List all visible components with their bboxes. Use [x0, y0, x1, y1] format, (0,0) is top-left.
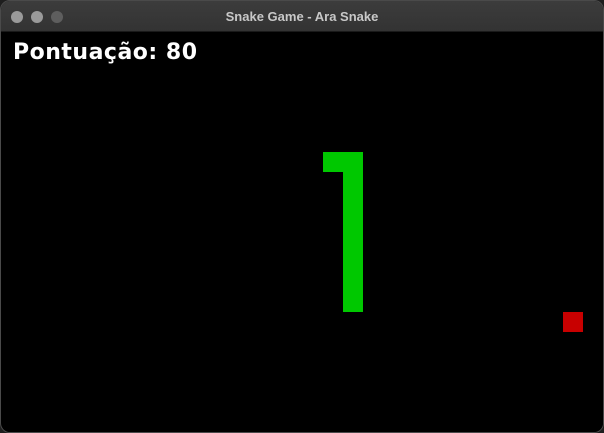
score-label: Pontuação: 80: [13, 40, 198, 65]
title-bar[interactable]: Snake Game - Ara Snake: [1, 1, 603, 32]
game-window: Snake Game - Ara Snake Pontuação: 80: [0, 0, 604, 433]
food-item: [563, 312, 583, 332]
window-title: Snake Game - Ara Snake: [225, 9, 379, 24]
snake-head: [323, 152, 343, 172]
snake-body-segment: [343, 152, 363, 312]
game-board[interactable]: Pontuação: 80: [3, 32, 603, 432]
